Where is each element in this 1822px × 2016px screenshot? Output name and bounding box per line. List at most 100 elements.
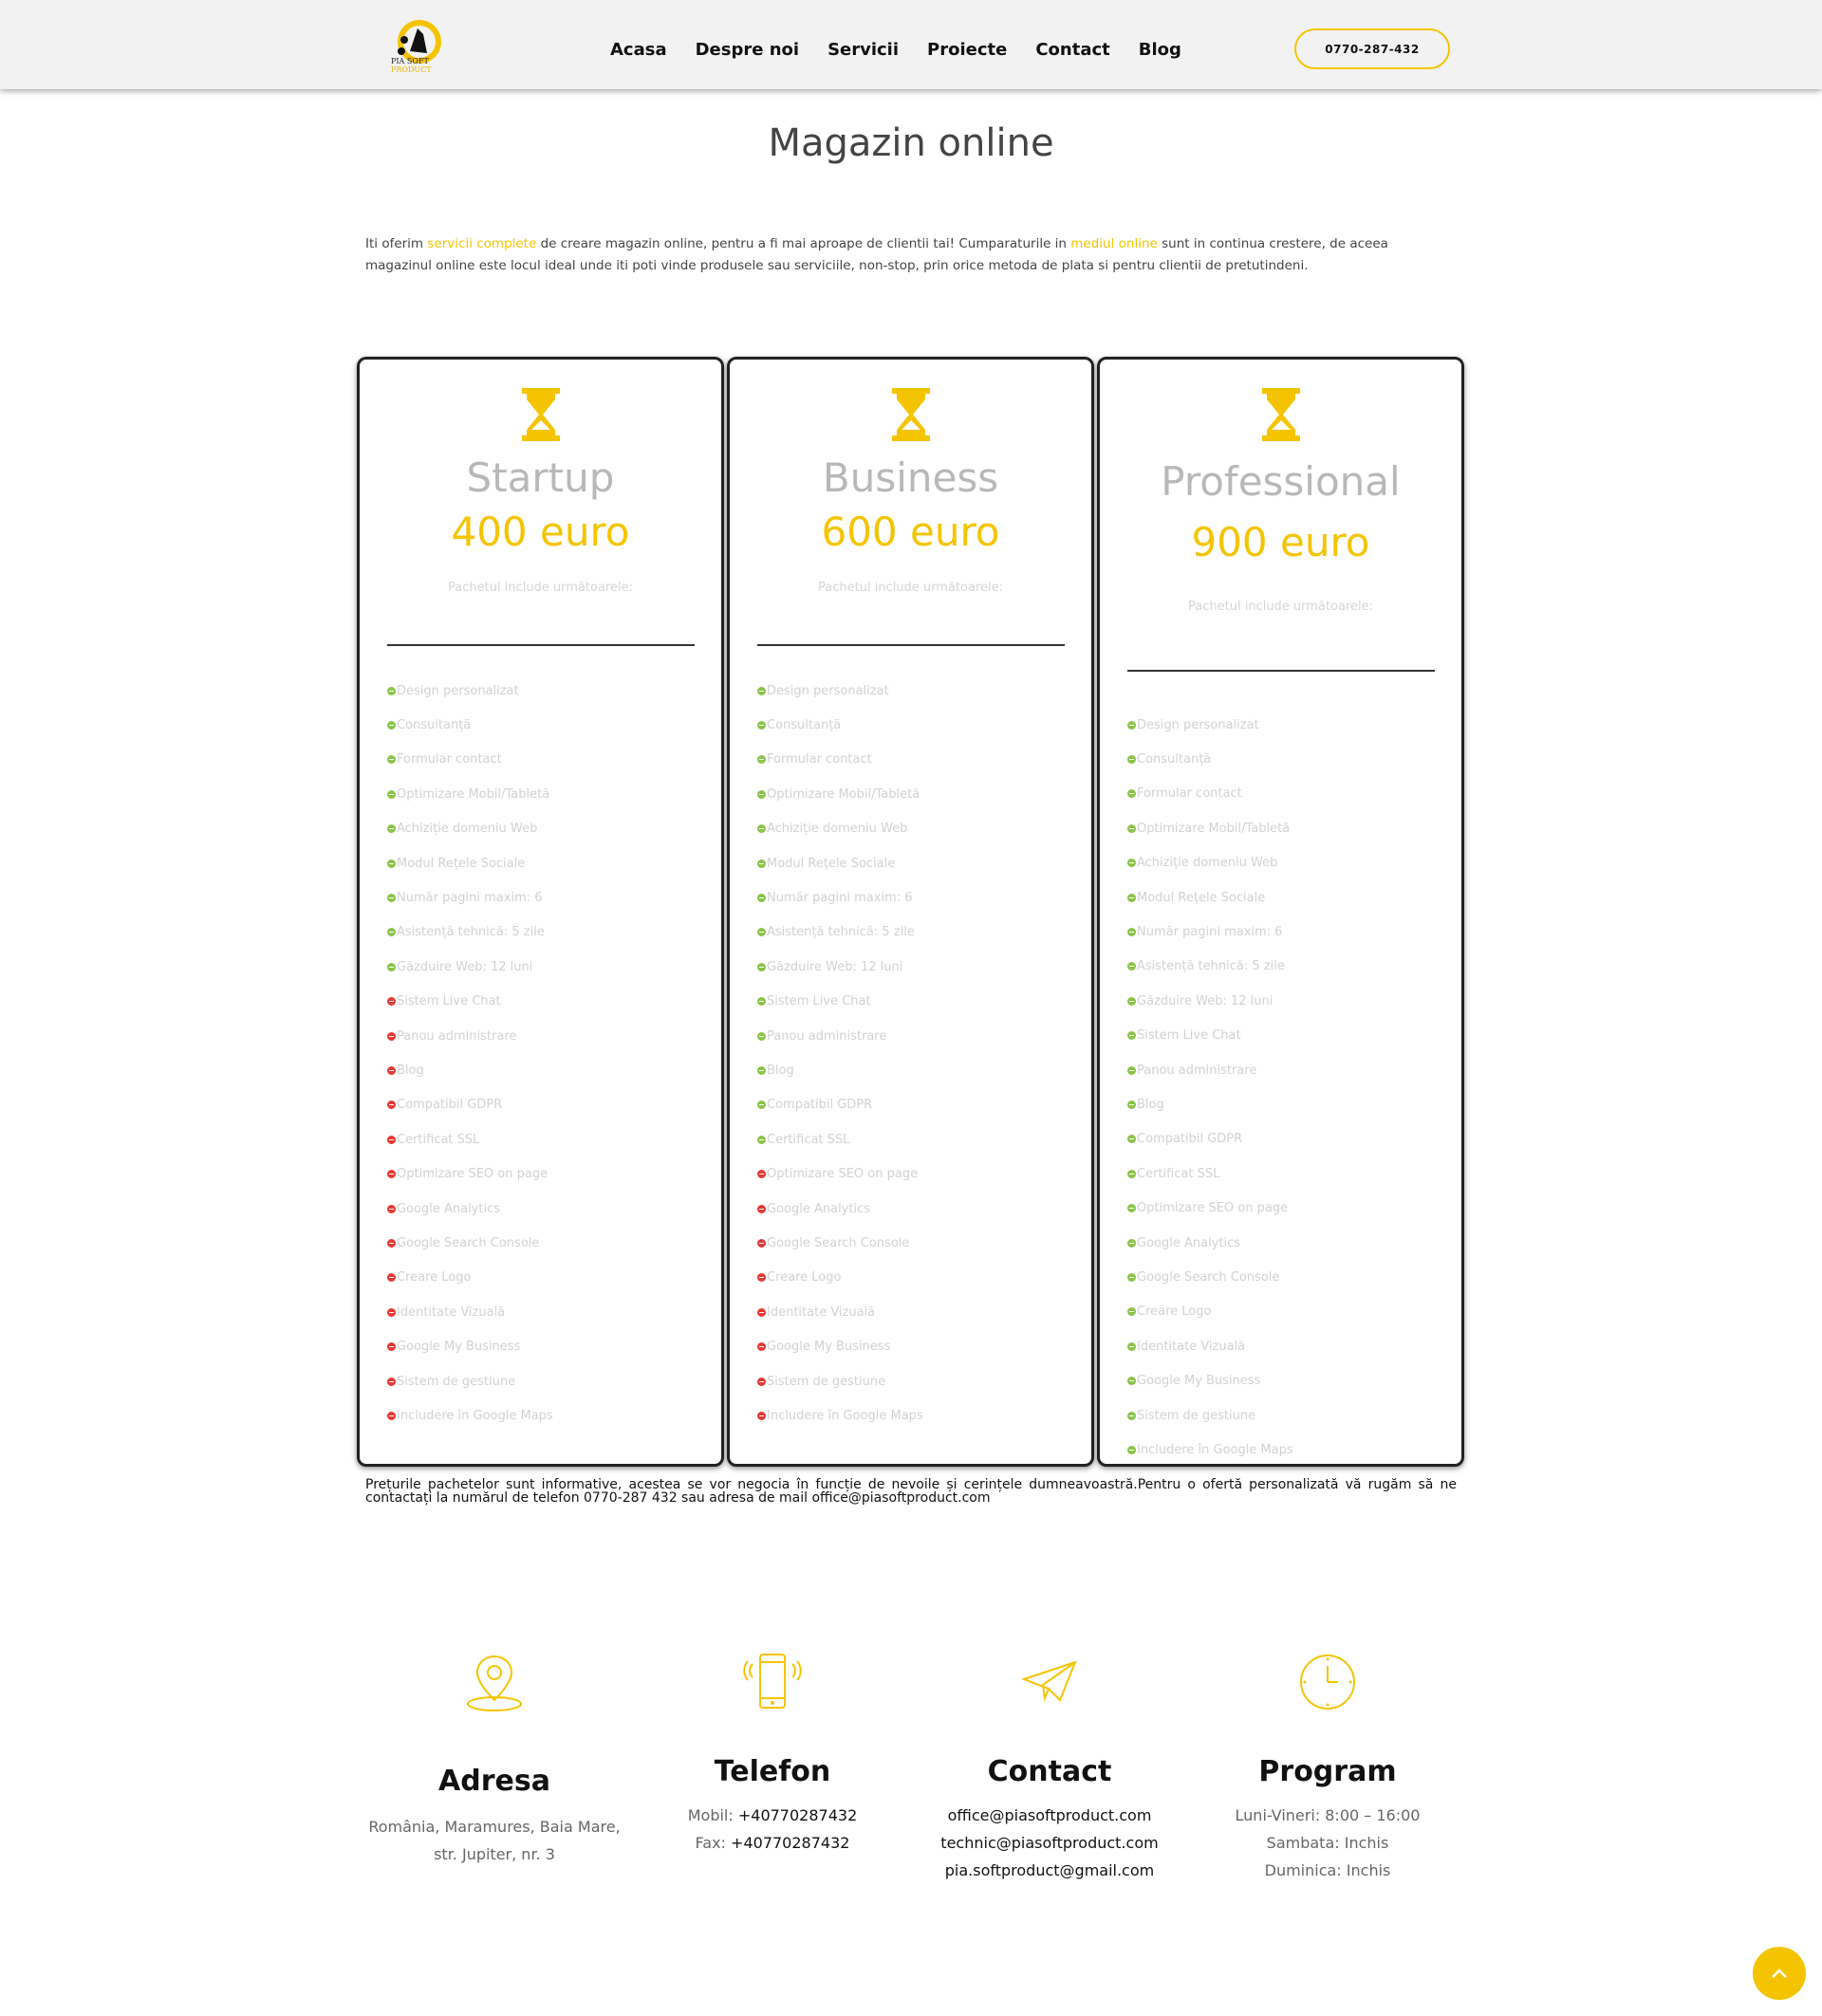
feature-label: Modul Rețele Sociale xyxy=(767,856,896,871)
main-nav: Acasa Despre noi Servicii Proiecte Conta… xyxy=(610,40,1181,60)
check-icon xyxy=(757,859,766,868)
schedule-weekdays: Luni-Vineri: 8:00 – 16:00 xyxy=(1235,1806,1421,1824)
check-icon xyxy=(757,962,766,971)
email-office[interactable]: office@piasoftproduct.com xyxy=(907,1802,1192,1829)
feature-label: Blog xyxy=(1137,1097,1164,1112)
feature-label: Design personalizat xyxy=(1137,717,1259,732)
check-icon xyxy=(387,686,396,695)
feature-item: Sistem de gestiune xyxy=(387,1364,553,1398)
feature-label: Google My Business xyxy=(1137,1374,1261,1389)
feature-label: Achiziție domeniu Web xyxy=(397,822,538,837)
feature-item: Blog xyxy=(757,1053,923,1087)
feature-item: Sistem Live Chat xyxy=(757,985,923,1019)
cross-icon xyxy=(387,1377,396,1386)
feature-label: Google My Business xyxy=(767,1340,891,1355)
feature-label: Optimizare SEO on page xyxy=(1137,1201,1289,1216)
page-title: Magazin online xyxy=(768,121,1054,165)
check-icon xyxy=(1127,1307,1136,1317)
feature-label: Sistem Live Chat xyxy=(397,994,501,1009)
feature-label: Panou administrare xyxy=(397,1028,517,1044)
feature-item: Google My Business xyxy=(757,1329,923,1363)
nav-contact[interactable]: Contact xyxy=(1035,40,1109,60)
contact-fax-line: Fax: +40770287432 xyxy=(630,1829,915,1857)
feature-item: Certificat SSL xyxy=(757,1122,923,1156)
feature-item: Optimizare Mobil/Tabletă xyxy=(1127,811,1293,845)
contact-address-line1: România, Maramures, Baia Mare, xyxy=(368,1818,621,1836)
feature-item: Optimizare SEO on page xyxy=(1127,1191,1293,1225)
check-icon xyxy=(757,755,766,765)
cross-icon xyxy=(757,1307,766,1317)
mobil-number[interactable]: +40770287432 xyxy=(738,1806,857,1824)
plan-includes-label: Pachetul include următoarele: xyxy=(1188,600,1373,614)
email-gmail[interactable]: pia.softproduct@gmail.com xyxy=(907,1857,1192,1884)
cross-icon xyxy=(757,1377,766,1386)
feature-item: Optimizare SEO on page xyxy=(387,1156,553,1191)
clock-icon xyxy=(1300,1655,1355,1710)
feature-item: Modul Rețele Sociale xyxy=(387,846,553,880)
intro-link-mediul-online[interactable]: mediul online xyxy=(1070,236,1158,251)
feature-label: Optimizare Mobil/Tabletă xyxy=(767,786,920,802)
feature-item: Achiziție domeniu Web xyxy=(387,812,553,846)
check-icon xyxy=(757,1100,766,1110)
feature-item: Consultanță xyxy=(387,708,553,742)
check-icon xyxy=(757,824,766,834)
check-icon xyxy=(1127,1100,1136,1109)
feature-item: Identitate Vizuală xyxy=(1127,1329,1293,1363)
check-icon xyxy=(1127,893,1136,902)
plan-price: 600 euro xyxy=(821,509,1000,555)
feature-item: Creare Logo xyxy=(1127,1295,1293,1329)
feature-item: Creare Logo xyxy=(387,1261,553,1295)
nav-despre-noi[interactable]: Despre noi xyxy=(696,40,799,60)
nav-proiecte[interactable]: Proiecte xyxy=(927,40,1007,60)
feature-item: Număr pagini maxim: 6 xyxy=(757,880,923,915)
check-icon xyxy=(387,721,396,731)
plan-card-startup: Startup 400 euro Pachetul include următo… xyxy=(357,357,724,1467)
email-technic[interactable]: technic@piasoftproduct.com xyxy=(907,1829,1192,1857)
feature-item: Găzduire Web: 12 luni xyxy=(387,950,553,984)
contact-email: Contact office@piasoftproduct.com techni… xyxy=(907,1651,1192,1884)
plan-divider xyxy=(1127,670,1435,672)
feature-label: Formular contact xyxy=(1137,786,1242,802)
hourglass-icon xyxy=(1261,388,1300,441)
plan-price: 400 euro xyxy=(451,509,630,555)
plan-name: Professional xyxy=(1161,458,1401,505)
cross-icon xyxy=(757,1411,766,1420)
plan-includes-label: Pachetul include următoarele: xyxy=(818,581,1003,595)
feature-label: Sistem Live Chat xyxy=(1137,1028,1241,1044)
fax-number[interactable]: +40770287432 xyxy=(731,1834,849,1852)
site-header: PIA SOFT PRODUCT Acasa Despre noi Servic… xyxy=(0,0,1822,89)
check-icon xyxy=(387,859,396,868)
feature-label: Consultanță xyxy=(1137,752,1212,768)
feature-list: Design personalizat Consultanță Formular c… xyxy=(757,674,923,1433)
cross-icon xyxy=(387,1100,396,1110)
feature-item: Optimizare Mobil/Tabletă xyxy=(387,777,553,811)
feature-item: Google My Business xyxy=(1127,1363,1293,1397)
cross-icon xyxy=(757,1170,766,1179)
nav-acasa[interactable]: Acasa xyxy=(610,40,667,60)
feature-label: Panou administrare xyxy=(1137,1063,1257,1078)
scroll-to-top-button[interactable] xyxy=(1753,1947,1806,2000)
plan-card-professional: Professional 900 euro Pachetul include u… xyxy=(1097,357,1464,1467)
feature-label: Creare Logo xyxy=(767,1270,842,1285)
feature-item: Compatibil GDPR xyxy=(387,1088,553,1122)
feature-label: Blog xyxy=(397,1063,424,1078)
cross-icon xyxy=(387,1031,396,1041)
mobil-label: Mobil: xyxy=(687,1806,734,1824)
feature-item: Găzduire Web: 12 luni xyxy=(757,950,923,984)
nav-servicii[interactable]: Servicii xyxy=(827,40,899,60)
feature-label: Sistem de gestiune xyxy=(1137,1408,1256,1423)
nav-blog[interactable]: Blog xyxy=(1139,40,1181,60)
feature-label: Includere în Google Maps xyxy=(767,1408,923,1423)
check-icon xyxy=(387,789,396,799)
feature-item: Panou administrare xyxy=(387,1019,553,1053)
phone-button[interactable]: 0770-287-432 xyxy=(1294,28,1450,69)
logo-sub: PRODUCT xyxy=(391,65,432,74)
contact-address-title: Adresa xyxy=(438,1765,550,1798)
feature-label: Achiziție domeniu Web xyxy=(1137,856,1278,871)
logo-text: PIA SOFT PRODUCT xyxy=(391,57,432,74)
feature-item: Creare Logo xyxy=(757,1261,923,1295)
feature-item: Includere în Google Maps xyxy=(387,1398,553,1433)
intro-link-servicii[interactable]: servicii complete xyxy=(427,236,536,251)
feature-label: Identitate Vizuală xyxy=(397,1304,506,1320)
feature-label: Google Search Console xyxy=(767,1235,910,1250)
